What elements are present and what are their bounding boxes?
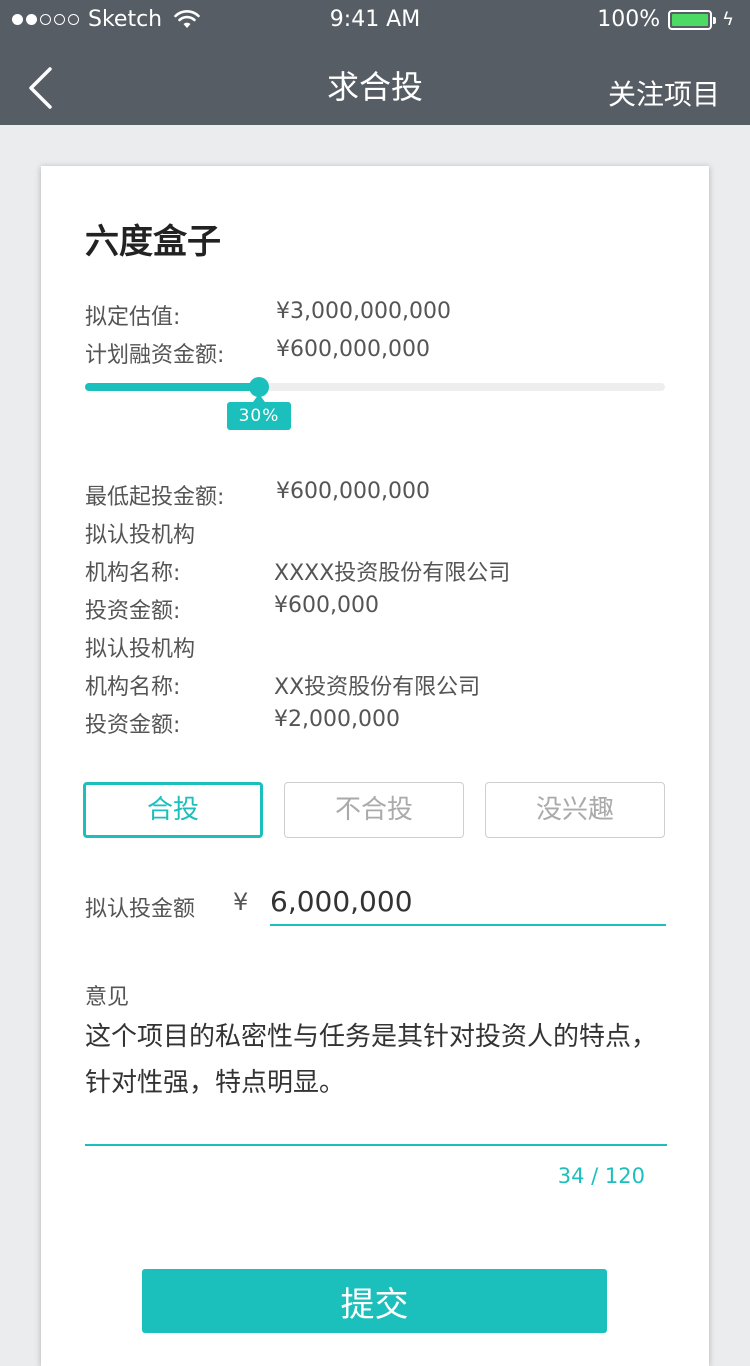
institution-amount-row: 投资金额: ¥2,000,000 <box>85 707 400 738</box>
institution-amount: ¥600,000 <box>274 593 379 618</box>
valuation-label: 拟定估值: <box>85 305 181 330</box>
follow-project-button[interactable]: 关注项目 <box>608 73 720 113</box>
min-invest-row: 最低起投金额: ¥600,000,000 <box>85 479 430 511</box>
progress-fill <box>85 383 259 391</box>
option-co-invest-button[interactable]: 合投 <box>83 782 263 838</box>
min-invest-value: ¥600,000,000 <box>276 479 430 504</box>
char-counter: 34 / 120 <box>557 1164 645 1188</box>
submit-button[interactable]: 提交 <box>142 1269 607 1333</box>
currency-symbol: ¥ <box>233 888 249 916</box>
amount-label: 拟认投金额 <box>85 897 196 922</box>
institution-header: 拟认投机构 <box>85 637 196 662</box>
min-invest-label: 最低起投金额: <box>85 485 225 510</box>
opinion-textarea[interactable]: 这个项目的私密性与任务是其针对投资人的特点，针对性强，特点明显。 <box>85 1014 667 1146</box>
amount-input[interactable] <box>270 878 666 926</box>
institution-name: XX投资股份有限公司 <box>274 675 481 700</box>
option-not-interested-button[interactable]: 没兴趣 <box>485 782 665 838</box>
option-decline-button[interactable]: 不合投 <box>284 782 464 838</box>
top-bar: Sketch 9:41 AM 100% ϟ 求合投 关注项目 <box>0 0 750 125</box>
financing-row: 计划融资金额: ¥600,000,000 <box>85 337 430 369</box>
project-title: 六度盒子 <box>85 222 221 262</box>
institution-name-row: 机构名称: XX投资股份有限公司 <box>85 669 480 701</box>
charging-icon: ϟ <box>722 9 734 30</box>
status-right: 100% ϟ <box>597 7 734 32</box>
valuation-row: 拟定估值: ¥3,000,000,000 <box>85 299 451 331</box>
valuation-value: ¥3,000,000,000 <box>276 299 451 324</box>
project-card: 六度盒子 拟定估值: ¥3,000,000,000 计划融资金额: ¥600,0… <box>41 166 709 1366</box>
financing-label: 计划融资金额: <box>85 343 225 368</box>
financing-value: ¥600,000,000 <box>276 337 430 362</box>
battery-icon <box>668 9 717 30</box>
institution-header: 拟认投机构 <box>85 523 196 548</box>
institution-amount: ¥2,000,000 <box>274 707 400 732</box>
progress-badge: 30% <box>227 394 291 430</box>
institution-amount-row: 投资金额: ¥600,000 <box>85 593 379 624</box>
opinion-label: 意见 <box>85 985 130 1010</box>
institution-name: XXXX投资股份有限公司 <box>274 561 511 586</box>
institution-name-row: 机构名称: XXXX投资股份有限公司 <box>85 555 510 587</box>
status-bar: Sketch 9:41 AM 100% ϟ <box>0 0 750 40</box>
financing-progress-bar <box>85 377 665 397</box>
battery-percent: 100% <box>597 7 661 32</box>
